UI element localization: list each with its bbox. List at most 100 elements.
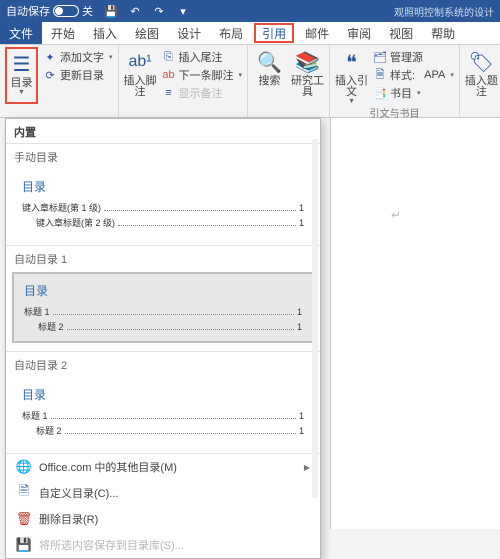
style-selector[interactable]: 🗎样式: APA▾: [373, 67, 454, 83]
tab-draw[interactable]: 绘图: [126, 22, 168, 44]
group-research: 🔍 搜索 📚 研究工具: [248, 45, 330, 117]
more-from-office-button[interactable]: 🌐 Office.com 中的其他目录(M) ▶: [6, 454, 320, 480]
show-notes-icon: ≡: [162, 86, 176, 100]
search-button[interactable]: 🔍 搜索: [253, 47, 286, 104]
toc-line-page: 1: [297, 307, 302, 317]
tab-design[interactable]: 设计: [168, 22, 210, 44]
chevron-right-icon: ▶: [304, 463, 310, 472]
quick-access-toolbar: 💾 ↶ ↷ ▾: [103, 3, 191, 19]
toc-line-page: 1: [299, 411, 304, 421]
auto1-title: 自动目录 1: [6, 246, 320, 270]
update-toc-button[interactable]: ⟳更新目录: [43, 67, 113, 83]
insert-footnote-button[interactable]: ab¹ 插入脚注: [124, 47, 157, 104]
chevron-down-icon: ▼: [348, 98, 355, 105]
toc-button[interactable]: ☰ 目录 ▼: [5, 47, 38, 104]
chevron-down-icon: ▼: [18, 89, 25, 96]
tab-review[interactable]: 审阅: [338, 22, 380, 44]
toc-line-text: 标题 2: [36, 424, 62, 437]
group-toc: ☰ 目录 ▼ ✦添加文字▾ ⟳更新目录: [0, 45, 119, 117]
autosave-toggle[interactable]: [53, 5, 79, 17]
remove-icon: 🗑: [16, 511, 32, 527]
group-captions: 🏷 插入题注: [460, 45, 500, 117]
manual-toc-preview[interactable]: 目录 键入章标题(第 1 级)1 键入章标题(第 2 级)1: [12, 170, 314, 237]
insert-footnote-label: 插入脚注: [124, 76, 157, 98]
remove-toc-button[interactable]: 🗑 删除目录(R): [6, 506, 320, 532]
tab-file[interactable]: 文件: [0, 22, 42, 44]
toc-line-text: 键入章标题(第 2 级): [36, 216, 115, 229]
next-footnote-label: 下一条脚注: [179, 67, 234, 83]
more-from-office-label: Office.com 中的其他目录(M): [39, 459, 177, 475]
insert-endnote-label: 插入尾注: [179, 49, 223, 65]
qat-dropdown-icon[interactable]: ▾: [175, 3, 191, 19]
footnote-icon: ab¹: [127, 49, 153, 75]
tab-references[interactable]: 引用: [254, 23, 294, 43]
style-label: 样式:: [390, 67, 415, 83]
manage-sources-button[interactable]: 🗂管理源: [373, 49, 454, 65]
update-icon: ⟳: [43, 68, 57, 82]
citation-icon: ❝: [339, 49, 365, 75]
insert-caption-label: 插入题注: [465, 76, 498, 98]
bibliography-label: 书目: [390, 85, 412, 101]
remove-toc-label: 删除目录(R): [39, 511, 98, 527]
update-toc-label: 更新目录: [60, 67, 104, 83]
search-icon: 🔍: [257, 49, 283, 75]
insert-citation-button[interactable]: ❝ 插入引文 ▼: [335, 47, 368, 105]
toc-button-label: 目录: [11, 78, 33, 89]
add-text-icon: ✦: [43, 50, 57, 64]
manual-toc-title: 手动目录: [6, 144, 320, 168]
manage-sources-label: 管理源: [390, 49, 423, 65]
add-text-button[interactable]: ✦添加文字▾: [43, 49, 113, 65]
search-label: 搜索: [259, 76, 281, 87]
group-footnotes: ab¹ 插入脚注 ⎘插入尾注 ab下一条脚注▾ ≡显示备注: [119, 45, 249, 117]
insert-endnote-button[interactable]: ⎘插入尾注: [162, 49, 243, 65]
toc-line-page: 1: [299, 218, 304, 228]
ribbon: ☰ 目录 ▼ ✦添加文字▾ ⟳更新目录 ab¹ 插入脚注 ⎘插入尾注 ab下一条…: [0, 45, 500, 118]
save-icon[interactable]: 💾: [103, 3, 119, 19]
redo-icon[interactable]: ↷: [151, 3, 167, 19]
tab-home[interactable]: 开始: [42, 22, 84, 44]
tab-mailings[interactable]: 邮件: [296, 22, 338, 44]
endnote-icon: ⎘: [162, 50, 176, 64]
caption-icon: 🏷: [468, 49, 494, 75]
bibliography-button[interactable]: 📑书目▾: [373, 85, 454, 101]
tab-view[interactable]: 视图: [380, 22, 422, 44]
tab-help[interactable]: 帮助: [422, 22, 464, 44]
auto-toc-2-preview[interactable]: 目录 标题 1 1 标题 2 1: [12, 378, 314, 445]
document-canvas[interactable]: [330, 118, 500, 529]
tab-layout[interactable]: 布局: [210, 22, 252, 44]
research-tools-button[interactable]: 📚 研究工具: [291, 47, 324, 104]
save-selection-button: 💾 将所选内容保存到目录库(S)...: [6, 532, 320, 558]
save-selection-label: 将所选内容保存到目录库(S)...: [39, 537, 184, 553]
ribbon-tabs: 文件 开始 插入 绘图 设计 布局 引用 邮件 审阅 视图 帮助: [0, 22, 500, 45]
tab-insert[interactable]: 插入: [84, 22, 126, 44]
custom-toc-button[interactable]: 🗎 自定义目录(C)...: [6, 480, 320, 506]
toc-line-text: 标题 1: [22, 409, 48, 422]
auto-toc-1-preview[interactable]: 目录 标题 11 标题 21: [12, 272, 314, 343]
toc-line-text: 标题 1: [24, 305, 50, 318]
show-notes-button: ≡显示备注: [162, 85, 243, 101]
preview-heading: 目录: [22, 178, 304, 195]
group-citations: ❝ 插入引文 ▼ 🗂管理源 🗎样式: APA▾ 📑书目▾ 引文与书目: [330, 45, 460, 117]
titlebar: 自动保存 关 💾 ↶ ↷ ▾ 观照明控制系统的设计: [0, 0, 500, 22]
show-notes-label: 显示备注: [179, 85, 223, 101]
globe-icon: 🌐: [16, 459, 32, 475]
toc-line-text: 键入章标题(第 1 级): [22, 201, 101, 214]
toc-line-page: 1: [297, 322, 302, 332]
document-icon: 🗎: [16, 485, 32, 501]
next-icon: ab: [162, 68, 176, 82]
autosave-state: 关: [82, 3, 93, 19]
insert-caption-button[interactable]: 🏷 插入题注: [465, 47, 498, 104]
toc-gallery-menu: 内置 手动目录 目录 键入章标题(第 1 级)1 键入章标题(第 2 级)1 自…: [5, 118, 321, 559]
toc-line-page: 1: [299, 426, 304, 436]
undo-icon[interactable]: ↶: [127, 3, 143, 19]
next-footnote-button[interactable]: ab下一条脚注▾: [162, 67, 243, 83]
research-tools-label: 研究工具: [291, 76, 324, 98]
document-title: 观照明控制系统的设计: [394, 4, 494, 19]
books-icon: 📚: [295, 49, 321, 75]
scrollbar[interactable]: [312, 139, 318, 498]
style-icon: 🗎: [373, 68, 387, 82]
preview-heading: 目录: [24, 282, 302, 299]
toc-icon: ☰: [9, 51, 35, 77]
add-text-label: 添加文字: [60, 49, 104, 65]
preview-heading: 目录: [22, 386, 304, 403]
